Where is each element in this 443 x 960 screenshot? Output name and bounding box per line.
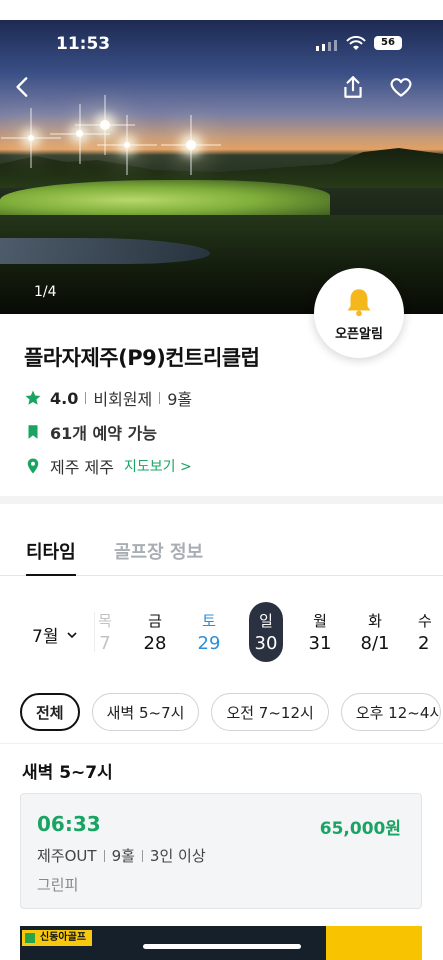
day-of-week: 금 xyxy=(148,612,162,630)
separator xyxy=(85,392,87,404)
floodlight xyxy=(100,120,110,130)
detail-tabs: 티타임 골프장 정보 xyxy=(0,528,443,576)
course-name: 플라자제주(P9)컨트리클럽 xyxy=(24,346,260,370)
banner-graphic xyxy=(326,926,422,960)
day-number: 2 xyxy=(418,633,430,654)
banner-badge: 신동아골프 xyxy=(22,930,92,946)
day-number: 8/1 xyxy=(360,633,390,654)
day-number: 7 xyxy=(99,633,111,654)
day-number: 31 xyxy=(308,633,332,654)
back-button[interactable] xyxy=(6,70,40,104)
floodlight xyxy=(76,130,83,137)
image-counter: 1/4 xyxy=(34,284,57,300)
day-of-week: 목 xyxy=(98,612,112,630)
map-link[interactable]: 지도보기 > xyxy=(124,456,192,476)
hero-fairway xyxy=(0,180,330,220)
course-rating-row: 4.0 비회원제 9홀 xyxy=(24,388,424,409)
battery-icon: 56 xyxy=(374,36,402,50)
location-pin-icon xyxy=(27,458,39,474)
tab-tee-time[interactable]: 티타임 xyxy=(26,538,76,576)
filter-chip-all[interactable]: 전체 xyxy=(20,693,80,731)
share-icon xyxy=(344,76,362,98)
favorite-button[interactable] xyxy=(384,70,418,104)
ad-banner[interactable]: 신동아골프 xyxy=(20,926,422,960)
signal-icon xyxy=(316,40,337,51)
calendar-day[interactable]: 금 28 xyxy=(138,610,172,654)
course-rating: 4.0 xyxy=(50,388,79,408)
day-of-week: 화 xyxy=(368,612,382,630)
availability-text: 61개 예약 가능 xyxy=(50,424,158,443)
tee-players: 3인 이상 xyxy=(149,847,206,865)
bookmark-icon xyxy=(28,425,38,439)
tee-time-card[interactable]: 06:33 65,000원 제주OUT 9홀 3인 이상 그린피 xyxy=(20,793,422,909)
tee-time: 06:33 xyxy=(37,812,101,836)
day-number: 29 xyxy=(197,633,221,654)
course-hero-image[interactable]: 11:53 56 1/4 xyxy=(0,20,443,314)
filter-chip-morning[interactable]: 오전 7~12시 xyxy=(211,693,329,731)
chevron-left-icon xyxy=(16,77,28,97)
heart-icon xyxy=(390,78,412,97)
course-location: 제주 제주 xyxy=(50,458,114,477)
filter-chip-dawn[interactable]: 새벽 5~7시 xyxy=(91,693,200,731)
floodlight xyxy=(124,142,130,148)
separator xyxy=(141,849,143,862)
status-bar-top xyxy=(0,0,443,22)
calendar-day[interactable]: 화 8/1 xyxy=(358,610,392,654)
separator xyxy=(159,392,161,404)
section-divider xyxy=(0,496,443,504)
availability-row: 61개 예약 가능 xyxy=(24,422,424,443)
tee-course: 제주OUT xyxy=(37,847,97,865)
home-indicator xyxy=(143,944,301,949)
tee-holes: 9홀 xyxy=(111,847,135,865)
calendar-day[interactable]: 월 31 xyxy=(303,610,337,654)
tee-meta: 제주OUT 9홀 3인 이상 xyxy=(37,845,206,866)
day-number: 28 xyxy=(143,633,167,654)
month-selector[interactable]: 7월 xyxy=(32,622,78,647)
day-of-week: 수 xyxy=(418,612,432,630)
chevron-down-icon xyxy=(67,631,78,638)
status-time: 11:53 xyxy=(56,34,111,54)
tee-price: 65,000원 xyxy=(319,819,401,839)
time-section-title: 새벽 5~7시 xyxy=(22,763,113,783)
calendar-day[interactable]: 목 7 xyxy=(88,610,122,654)
time-filter-chips: 전체 새벽 5~7시 오전 7~12시 오후 12~4시 xyxy=(20,693,441,731)
filter-divider xyxy=(0,743,443,744)
separator xyxy=(103,849,105,862)
course-holes: 9홀 xyxy=(167,390,193,409)
star-icon xyxy=(25,390,41,405)
tee-fee-type: 그린피 xyxy=(37,876,79,894)
calendar-day[interactable]: 수 2 xyxy=(418,610,443,654)
floodlight xyxy=(186,140,196,150)
bell-icon xyxy=(347,288,371,316)
calendar-day-selected[interactable]: 일 30 xyxy=(249,602,283,662)
month-label: 7월 xyxy=(32,627,59,647)
calendar-day[interactable]: 토 29 xyxy=(192,610,226,654)
filter-chip-afternoon[interactable]: 오후 12~4시 xyxy=(340,693,441,731)
floodlight xyxy=(28,135,34,141)
course-info: 플라자제주(P9)컨트리클럽 4.0 비회원제 9홀 61개 예약 가능 제주 … xyxy=(24,342,424,477)
wifi-icon xyxy=(346,36,366,50)
day-of-week: 토 xyxy=(202,612,216,630)
day-number: 30 xyxy=(254,633,278,654)
tab-course-info[interactable]: 골프장 정보 xyxy=(114,538,203,564)
day-of-week: 월 xyxy=(313,612,327,630)
course-membership: 비회원제 xyxy=(93,390,153,409)
open-alert-label: 오픈알림 xyxy=(335,326,383,342)
day-of-week: 일 xyxy=(259,612,273,630)
location-row: 제주 제주 지도보기 > xyxy=(24,456,424,477)
share-button[interactable] xyxy=(336,70,370,104)
